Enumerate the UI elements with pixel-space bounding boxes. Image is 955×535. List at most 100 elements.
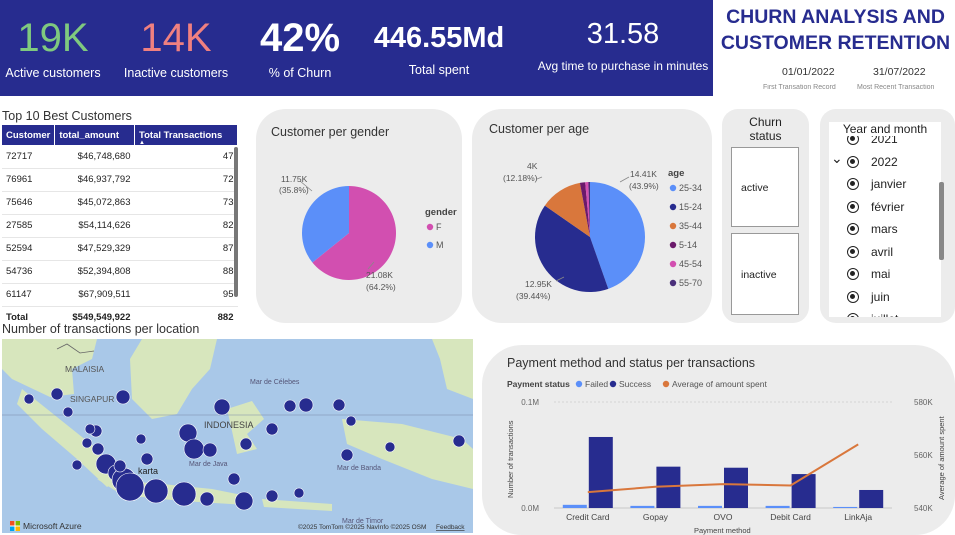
first-date-value: 01/01/2022 bbox=[782, 66, 835, 78]
date-slicer-scrollbar[interactable] bbox=[939, 182, 944, 260]
cell-total-transactions: 95 bbox=[134, 283, 238, 307]
best-customers-table: Customer total_amount Total Transactions… bbox=[2, 125, 238, 329]
date-slicer-item[interactable]: avril bbox=[847, 245, 893, 259]
legend-label: M bbox=[436, 240, 444, 250]
churn-option-inactive[interactable]: inactive bbox=[731, 233, 799, 315]
cell-customer: 52594 bbox=[2, 237, 55, 261]
bar-failed[interactable] bbox=[698, 505, 722, 508]
map-bubble[interactable] bbox=[340, 448, 354, 462]
table-row[interactable]: 75646 $45,072,863 73 bbox=[2, 191, 238, 215]
map-bubble[interactable] bbox=[115, 472, 145, 502]
column-header-total-amount[interactable]: total_amount bbox=[54, 125, 136, 145]
map-bubble[interactable] bbox=[265, 489, 279, 503]
map-label-singapur: SINGAPUR bbox=[70, 394, 114, 404]
date-slicer-item[interactable]: juin bbox=[847, 290, 890, 304]
recent-date-value: 31/07/2022 bbox=[873, 66, 926, 78]
date-slicer-item-label: janvier bbox=[871, 177, 907, 191]
cell-total-amount: $46,937,792 bbox=[54, 168, 135, 192]
table-row[interactable]: 52594 $47,529,329 87 bbox=[2, 237, 238, 261]
date-slicer-item-label: mai bbox=[871, 267, 891, 281]
map-bubble[interactable] bbox=[298, 397, 314, 413]
date-slicer-item[interactable]: janvier bbox=[847, 177, 906, 191]
map-bubble[interactable] bbox=[293, 487, 305, 499]
dashboard-title-line1: CHURN ANALYSIS AND bbox=[726, 6, 945, 28]
legend-label: F bbox=[436, 222, 442, 232]
bar-success[interactable] bbox=[791, 474, 816, 508]
bar-failed[interactable] bbox=[630, 505, 655, 508]
date-slicer-item[interactable]: mai bbox=[847, 267, 890, 281]
map-bubble[interactable] bbox=[50, 387, 64, 401]
map-bubble[interactable] bbox=[345, 415, 357, 427]
column-header-total-transactions[interactable]: Total Transactions ▲ bbox=[134, 125, 238, 146]
chevron-down-icon[interactable]: ⌄ bbox=[831, 150, 843, 167]
map-bubble[interactable] bbox=[239, 437, 253, 451]
map-bubble[interactable] bbox=[91, 442, 105, 456]
payment-card: Payment method and status per transactio… bbox=[482, 345, 955, 535]
cell-total-transactions: 87 bbox=[134, 237, 238, 261]
bar-success[interactable] bbox=[724, 467, 748, 508]
map-bubble[interactable] bbox=[135, 433, 147, 445]
sort-ascending-icon: ▲ bbox=[139, 140, 145, 146]
map-bubble[interactable] bbox=[452, 434, 466, 448]
map-bubble[interactable] bbox=[140, 452, 154, 466]
date-slicer-item[interactable]: juillet bbox=[847, 312, 898, 317]
map-bubble[interactable] bbox=[202, 442, 218, 458]
map-bubble[interactable] bbox=[332, 398, 346, 412]
churn-option-active[interactable]: active bbox=[731, 147, 799, 227]
gender-label-f-value: 21.08K bbox=[366, 270, 393, 280]
date-slicer-list: Year and month 2021 ⌄ 2022 janvier février ma… bbox=[829, 122, 941, 317]
map-bubble[interactable] bbox=[23, 393, 35, 405]
cell-total-amount: $54,114,626 bbox=[54, 214, 135, 238]
kpi-value: 446.55Md bbox=[373, 22, 505, 54]
map-bubble[interactable] bbox=[227, 472, 241, 486]
map-bubble[interactable] bbox=[171, 481, 197, 507]
map-bubble[interactable] bbox=[199, 491, 215, 507]
bar-success[interactable] bbox=[859, 489, 884, 508]
legend-marker bbox=[426, 241, 434, 249]
table-row[interactable]: 27585 $54,114,626 82 bbox=[2, 214, 238, 238]
column-header-customer[interactable]: Customer bbox=[2, 125, 56, 145]
kpi-band: 19K Active customers 14K Inactive custom… bbox=[0, 0, 713, 96]
age-label-15-pct: (39.44%) bbox=[516, 291, 551, 301]
legend-label: 35-44 bbox=[679, 221, 702, 231]
age-label-25-value: 14.41K bbox=[630, 169, 657, 179]
map-bubble[interactable] bbox=[283, 399, 297, 413]
bar-success[interactable] bbox=[588, 436, 613, 508]
churn-status-slicer: Churn status active inactive bbox=[722, 109, 809, 323]
best-customers-body: 72717 $46,748,680 47 76961 $46,937,792 72 7564… bbox=[2, 145, 238, 329]
map-bubble[interactable] bbox=[81, 437, 93, 449]
line-average-amount[interactable] bbox=[587, 443, 859, 494]
date-slicer-item[interactable]: ⌄ 2022 bbox=[831, 150, 898, 169]
table-row[interactable]: 76961 $46,937,792 72 bbox=[2, 168, 238, 192]
age-label-25-pct: (43.9%) bbox=[629, 181, 659, 191]
table-row[interactable]: 72717 $46,748,680 47 bbox=[2, 145, 238, 169]
map-bubble[interactable] bbox=[113, 459, 127, 473]
cell-total-transactions: 82 bbox=[134, 214, 238, 238]
map-bubble[interactable] bbox=[384, 441, 396, 453]
map-bubble[interactable] bbox=[84, 423, 96, 435]
map-title: Number of transactions per location bbox=[2, 322, 200, 336]
map-label-java-sea: Mar de Java bbox=[189, 461, 228, 468]
cell-total-amount: $47,529,329 bbox=[54, 237, 135, 261]
gender-pie bbox=[302, 186, 396, 280]
best-customers-table-wrap: Customer total_amount Total Transactions… bbox=[2, 125, 238, 329]
legend-marker bbox=[669, 222, 677, 230]
bar-failed[interactable] bbox=[562, 504, 587, 508]
table-scrollbar[interactable] bbox=[234, 147, 238, 297]
map-bubble[interactable] bbox=[62, 406, 74, 418]
table-row[interactable]: 61147 $67,909,511 95 bbox=[2, 283, 238, 307]
date-slicer-item[interactable]: mars bbox=[847, 222, 898, 236]
date-slicer-item[interactable]: février bbox=[847, 200, 904, 214]
map-feedback-link[interactable]: Feedback bbox=[436, 524, 465, 531]
map-bubble[interactable] bbox=[213, 398, 231, 416]
table-row[interactable]: 54736 $52,394,808 88 bbox=[2, 260, 238, 284]
bar-failed[interactable] bbox=[833, 506, 858, 508]
map-bubble[interactable] bbox=[71, 459, 83, 471]
bar-failed[interactable] bbox=[765, 505, 790, 508]
map-bubble[interactable] bbox=[265, 422, 279, 436]
transactions-map[interactable]: MALAISIA SINGAPUR INDONESIA karta Mar de… bbox=[2, 339, 473, 533]
map-bubble[interactable] bbox=[115, 389, 131, 405]
map-bubble[interactable] bbox=[143, 478, 169, 504]
map-bubble[interactable] bbox=[183, 438, 205, 460]
map-bubble[interactable] bbox=[234, 491, 254, 511]
